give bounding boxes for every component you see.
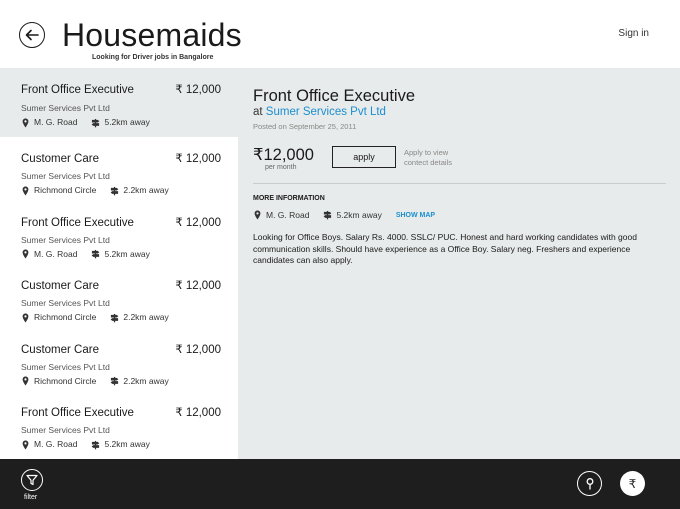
map-pin-icon [253,210,262,220]
job-location-row: Richmond Circle 2.2km away [21,376,238,387]
page-title: Housemaids [62,17,242,53]
detail-posted-date: Posted on September 25, 2011 [253,122,357,131]
map-pin-icon [21,118,30,128]
job-list-item[interactable]: Customer Care ₹ 12,000 Sumer Services Pvt … [0,264,238,328]
detail-employer: at Sumer Services Pvt Ltd [253,105,386,119]
back-button[interactable] [19,22,45,48]
rupee-icon: ₹ [628,476,637,491]
sign-in-link[interactable]: Sign in [618,28,649,39]
job-location-row: M. G. Road 5.2km away [21,117,238,128]
job-distance: 2.2km away [123,375,169,386]
funnel-icon [26,474,38,486]
job-list-item[interactable]: Front Office Executive ₹ 12,000 Sumer Serv… [0,201,238,265]
location-button[interactable] [577,471,602,496]
detail-at-label: at [253,106,263,118]
job-description: Looking for Office Boys. Salary Rs. 4000… [253,232,637,265]
job-location: Richmond Circle [34,312,97,322]
job-salary: ₹ 12,000 [175,280,221,292]
detail-salary: ₹12,000 [253,146,314,164]
signpost-icon [323,210,332,220]
job-location: Richmond Circle [34,375,97,386]
map-pin-icon [21,440,30,450]
apply-hint: Apply to view contect details [404,148,452,167]
job-company: Sumer Services Pvt Ltd [21,234,110,245]
job-location: Richmond Circle [34,185,97,195]
job-company: Sumer Services Pvt Ltd [21,298,110,308]
show-map-link[interactable]: SHOW MAP [396,212,435,219]
job-location-row: M. G. Road 5.2km away [21,249,238,260]
page-subtitle: Looking for Driver jobs in Bangalore [92,54,214,61]
job-company: Sumer Services Pvt Ltd [21,425,110,435]
job-location: M. G. Road [34,117,78,127]
filter-label: filter [24,494,38,501]
map-pin-icon [21,313,30,323]
detail-location: M. G. Road [266,210,310,220]
signpost-icon [110,186,119,196]
job-location: M. G. Road [34,248,78,259]
signpost-icon [110,313,119,323]
job-list-item[interactable]: Front Office Executive ₹ 12,000 Sumer Serv… [0,391,238,455]
job-list-item[interactable]: Customer Care ₹ 12,000 Sumer Services Pvt … [0,328,238,392]
job-list: Front Office Executive ₹ 12,000 Sumer Serv… [0,68,238,459]
job-list-item[interactable]: Front Office Executive ₹ 12,000 Sumer Serv… [0,68,238,137]
signpost-icon [91,440,100,450]
filter-button[interactable] [21,469,43,491]
job-distance: 2.2km away [123,185,169,195]
job-distance: 5.2km away [104,248,150,259]
bottom-app-bar: filter ₹ [0,459,680,509]
apply-button[interactable]: apply [332,146,396,168]
map-pin-icon [21,249,30,259]
job-location-row: Richmond Circle 2.2km away [21,312,238,323]
job-company: Sumer Services Pvt Ltd [21,171,110,181]
job-company: Sumer Services Pvt Ltd [21,103,110,113]
job-location-row: Richmond Circle 2.2km away [21,185,238,196]
signpost-icon [110,376,119,386]
detail-location-row: M. G. Road 5.2km away SHOW MAP [253,210,435,220]
arrow-left-icon [25,29,39,41]
job-distance: 2.2km away [123,312,169,322]
signpost-icon [91,118,100,128]
job-distance: 5.2km away [104,117,150,127]
detail-company-link[interactable]: Sumer Services Pvt Ltd [266,106,386,118]
divider [253,183,666,184]
job-salary: ₹ 12,000 [175,84,221,96]
job-salary: ₹ 12,000 [175,153,221,165]
job-salary: ₹ 12,000 [175,343,221,356]
job-location-row: M. G. Road 5.2km away [21,439,238,450]
job-location: M. G. Road [34,439,78,449]
header: Housemaids Looking for Driver jobs in Ba… [0,0,680,68]
detail-per-month: per month [265,164,297,171]
salary-sort-button[interactable]: ₹ [620,471,645,496]
signpost-icon [91,249,100,259]
detail-title: Front Office Executive [253,87,416,105]
map-pin-icon [21,376,30,386]
job-list-item[interactable]: Customer Care ₹ 12,000 Sumer Services Pvt … [0,137,238,201]
detail-distance: 5.2km away [336,210,382,220]
map-pin-icon [21,186,30,196]
job-salary: ₹ 12,000 [175,407,221,419]
map-pin-icon [586,477,593,489]
job-distance: 5.2km away [104,439,150,449]
job-detail-pane: Front Office Executive at Sumer Services… [238,68,680,459]
job-company: Sumer Services Pvt Ltd [21,361,110,372]
job-salary: ₹ 12,000 [175,216,221,229]
more-info-heading: MORE INFORMATION [253,195,325,202]
app-window: Housemaids Looking for Driver jobs in Ba… [0,0,680,509]
